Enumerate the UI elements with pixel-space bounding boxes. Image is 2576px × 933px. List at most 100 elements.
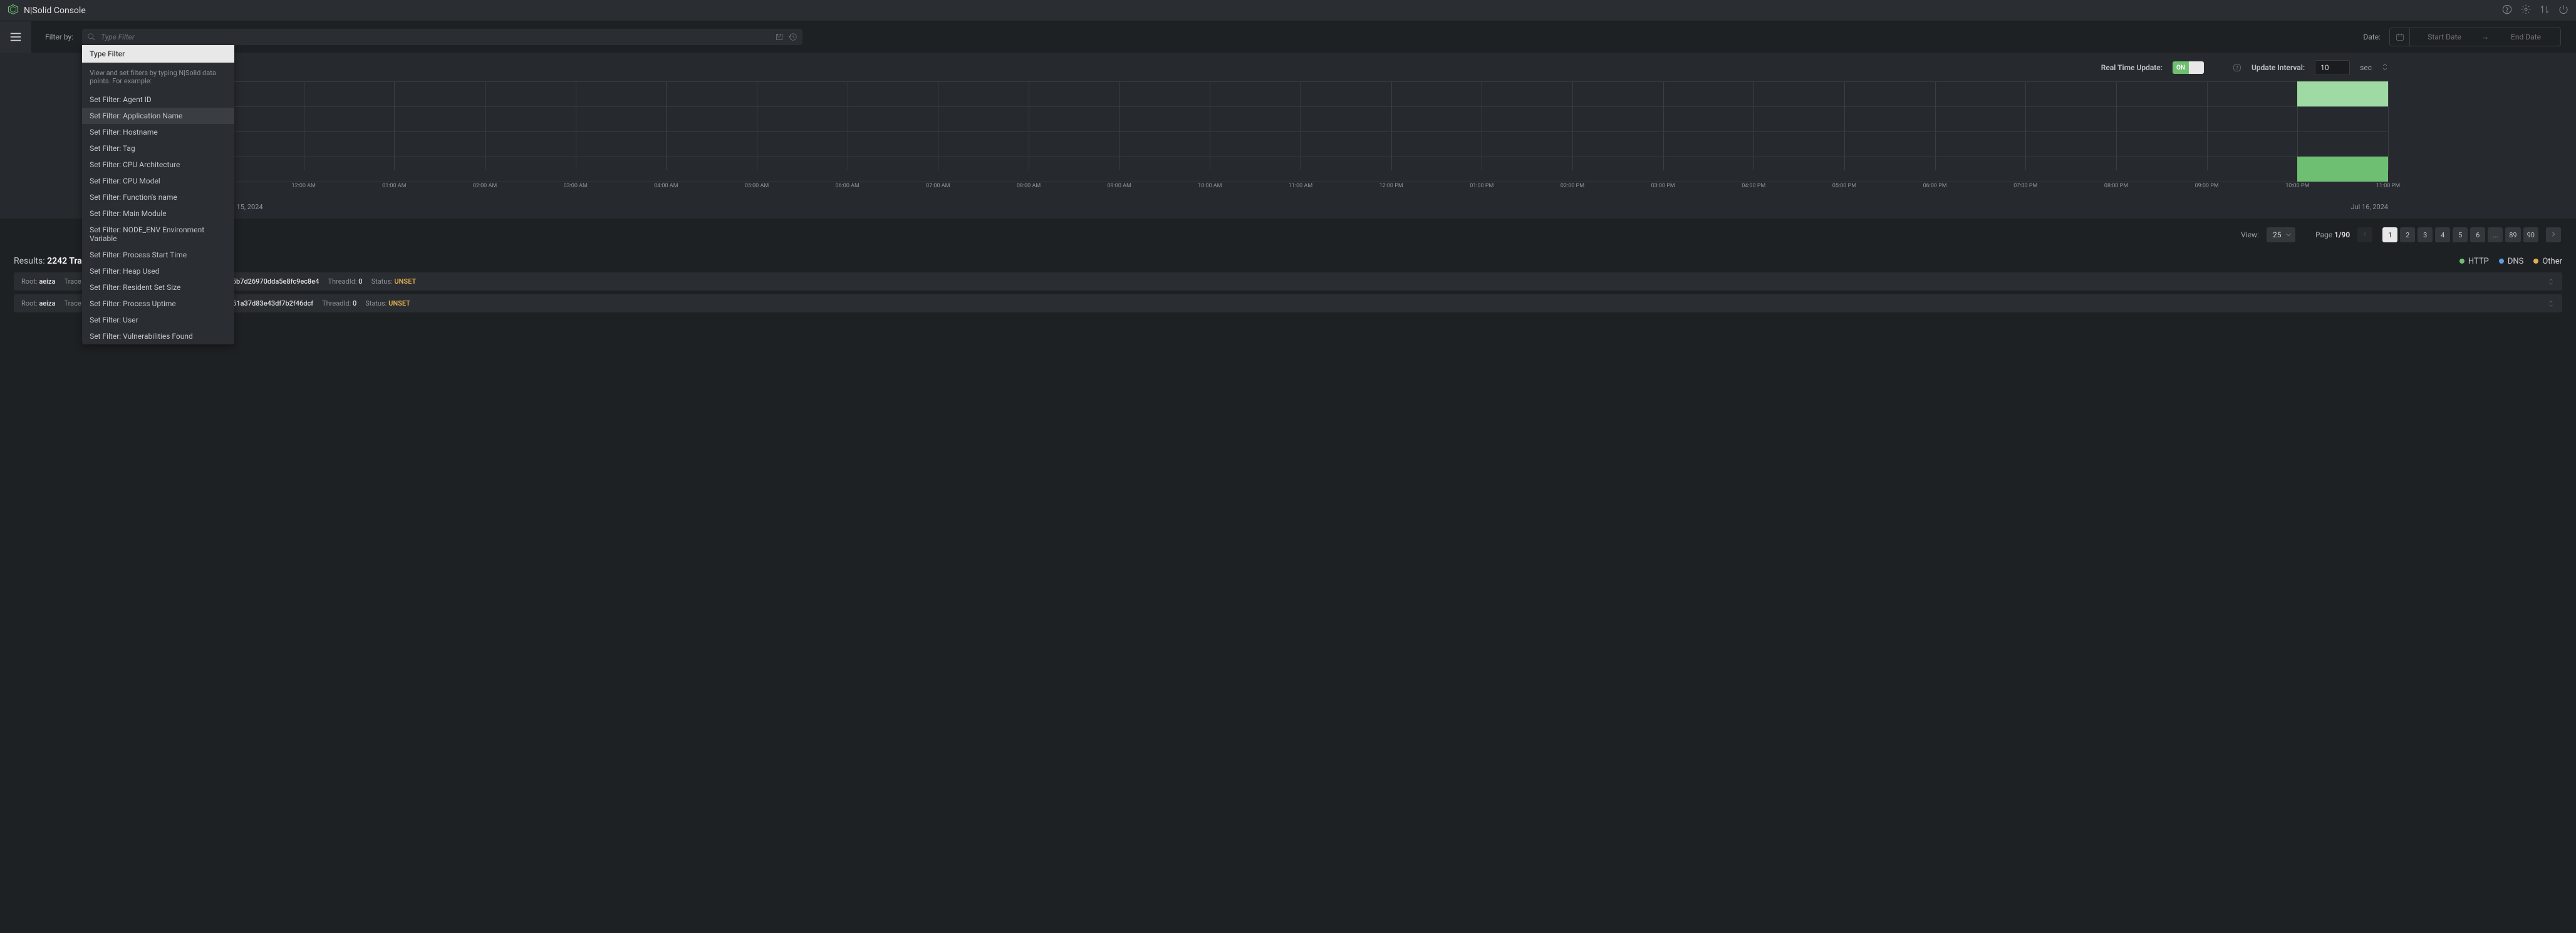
end-date-input[interactable]: [2491, 33, 2560, 41]
dropdown-hint: View and set filters by typing N|Solid d…: [82, 63, 234, 91]
page-prev-button[interactable]: [2357, 227, 2372, 242]
chart-x-tick: 09:00 PM: [2195, 183, 2219, 189]
chart-x-tick: 02:00 AM: [473, 183, 497, 189]
legend-item: Other: [2533, 257, 2562, 266]
chart-x-tick: 04:00 PM: [1742, 183, 1765, 189]
dropdown-item[interactable]: Set Filter: Application Name: [82, 108, 234, 124]
filter-by-label: Filter by:: [45, 33, 73, 41]
realtime-toggle[interactable]: ON: [2173, 61, 2204, 74]
chart-x-tick: 08:00 PM: [2104, 183, 2128, 189]
chart-x-tick: 08:00 AM: [1017, 183, 1041, 189]
legend-label: HTTP: [2468, 257, 2489, 266]
search-icon: [87, 33, 96, 41]
chart-x-tick: 12:00 PM: [1379, 183, 1403, 189]
page-button[interactable]: ...: [2488, 227, 2503, 242]
page-button[interactable]: 2: [2400, 227, 2415, 242]
expand-icon[interactable]: [2547, 278, 2555, 286]
compare-icon[interactable]: [2540, 4, 2550, 17]
dropdown-item[interactable]: Set Filter: Resident Set Size: [82, 279, 234, 296]
dropdown-item[interactable]: Set Filter: Process Uptime: [82, 296, 234, 312]
toggle-knob: [2189, 61, 2204, 74]
chart-gridline: [666, 81, 667, 170]
chart-x-tick: 05:00 PM: [1832, 183, 1856, 189]
chart-date-right: Jul 16, 2024: [2350, 203, 2388, 211]
date-range: →: [2389, 28, 2561, 46]
date-label: Date:: [2363, 33, 2381, 41]
page-button[interactable]: 4: [2435, 227, 2450, 242]
realtime-label: Real Time Update:: [2101, 63, 2163, 72]
results-header: Results: 2242 Traces HTTPDNSOther: [14, 256, 2562, 266]
chart-gridline: [1391, 81, 1392, 170]
filter-bar: Filter by: Type Filter View and set filt…: [0, 21, 2576, 53]
page-button[interactable]: 5: [2453, 227, 2468, 242]
dropdown-item[interactable]: Set Filter: User: [82, 312, 234, 328]
chart-date-range: Jul 15, 2024 Jul 16, 2024: [226, 203, 2388, 211]
view-select[interactable]: 25: [2267, 227, 2295, 242]
chart-gridline: [1753, 81, 1754, 170]
power-icon[interactable]: [2558, 4, 2568, 17]
chart-controls: Real Time Update: ON Update Interval: se…: [0, 60, 2576, 81]
chart-gridline: [2025, 81, 2026, 170]
save-filter-icon[interactable]: [775, 33, 784, 41]
pagination-bar: View: 25 Page 1/90 123456...8990: [0, 219, 2576, 251]
info-icon[interactable]: [2233, 63, 2241, 72]
chart-gridline: [1935, 81, 1936, 170]
filter-input[interactable]: [101, 33, 770, 41]
interval-input[interactable]: [2315, 60, 2350, 75]
page-button[interactable]: 89: [2505, 227, 2520, 242]
calendar-icon[interactable]: [2390, 28, 2410, 46]
legend-dot: [2499, 259, 2504, 264]
chart-x-tick: 02:00 PM: [1561, 183, 1584, 189]
trace-row[interactable]: Root: aeizaTrace start: Jul 16 22:07:18.…: [14, 272, 2562, 291]
legend-item: DNS: [2499, 257, 2524, 266]
page-button[interactable]: 1: [2382, 227, 2397, 242]
logo-icon: [8, 4, 19, 18]
legend: HTTP DNS Other: [2459, 257, 2562, 266]
page-next-button[interactable]: [2546, 227, 2561, 242]
dropdown-item[interactable]: Set Filter: Vulnerabilities Found: [82, 328, 234, 344]
filter-input-container: Type Filter View and set filters by typi…: [82, 29, 802, 45]
legend-label: DNS: [2508, 257, 2524, 266]
interval-unit: sec: [2360, 63, 2372, 72]
chart-x-tick: 10:00 AM: [1198, 183, 1222, 189]
expand-icon[interactable]: [2547, 300, 2555, 307]
chart-gridline: [1663, 81, 1664, 170]
menu-button[interactable]: [0, 21, 31, 53]
chart-section: Real Time Update: ON Update Interval: se…: [0, 53, 2576, 219]
chart-gridline: [394, 81, 395, 170]
chart-x-tick: 03:00 AM: [563, 183, 587, 189]
dropdown-item[interactable]: Set Filter: Agent ID: [82, 91, 234, 108]
chart-x-tick: 10:00 PM: [2285, 183, 2309, 189]
interval-stepper[interactable]: [2382, 63, 2388, 73]
dropdown-item[interactable]: Set Filter: Main Module: [82, 205, 234, 222]
dropdown-item[interactable]: Set Filter: Function's name: [82, 189, 234, 205]
page-button[interactable]: 90: [2523, 227, 2538, 242]
chart-x-tick: 07:00 PM: [2013, 183, 2037, 189]
dropdown-item[interactable]: Set Filter: NODE_ENV Environment Variabl…: [82, 222, 234, 247]
dropdown-item[interactable]: Set Filter: Heap Used: [82, 263, 234, 279]
help-icon[interactable]: [2502, 4, 2512, 17]
dropdown-item[interactable]: Set Filter: CPU Architecture: [82, 157, 234, 173]
chart-x-tick: 03:00 PM: [1651, 183, 1675, 189]
dropdown-item[interactable]: Set Filter: CPU Model: [82, 173, 234, 189]
gear-icon[interactable]: [2521, 4, 2531, 17]
page-button[interactable]: 6: [2470, 227, 2485, 242]
header-right: [2502, 4, 2568, 17]
legend-dot: [2533, 259, 2538, 264]
dropdown-item[interactable]: Set Filter: Tag: [82, 140, 234, 157]
page-button[interactable]: 3: [2418, 227, 2433, 242]
chart-x-tick: 01:00 AM: [382, 183, 406, 189]
view-label: View:: [2241, 230, 2259, 239]
chart-x-tick: 04:00 AM: [654, 183, 678, 189]
chart-gridline: [1572, 81, 1573, 170]
dropdown-item[interactable]: Set Filter: Process Start Time: [82, 247, 234, 263]
results-section: Results: 2242 Traces HTTPDNSOther Root: …: [0, 251, 2576, 312]
trace-row[interactable]: Root: aeizaTrace start: Jul 16 22:07:18.…: [14, 294, 2562, 312]
start-date-input[interactable]: [2410, 33, 2479, 41]
history-icon[interactable]: [789, 33, 797, 41]
chart-x-tick: 09:00 AM: [1107, 183, 1131, 189]
legend-item: HTTP: [2459, 257, 2489, 266]
toggle-on-label: ON: [2173, 61, 2189, 74]
dropdown-item[interactable]: Set Filter: Hostname: [82, 124, 234, 140]
legend-label: Other: [2542, 257, 2562, 266]
